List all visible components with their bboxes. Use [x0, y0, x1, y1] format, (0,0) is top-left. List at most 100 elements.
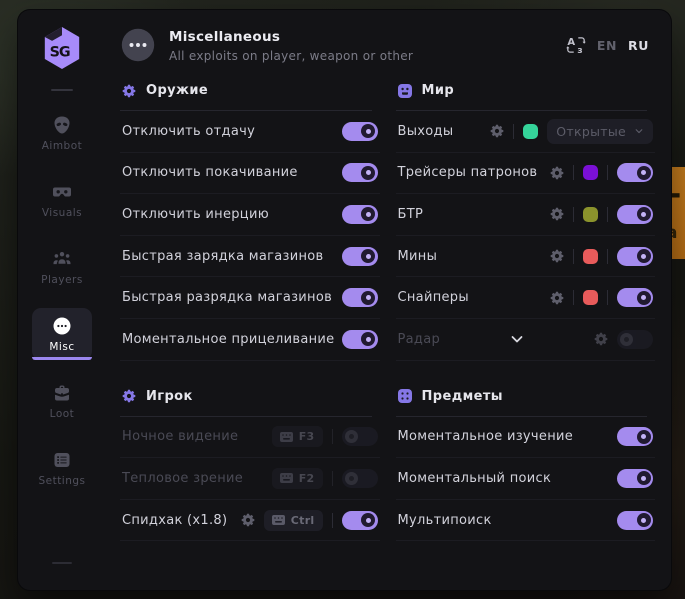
toggle-knob [637, 249, 651, 263]
gear-icon[interactable] [550, 207, 564, 221]
toggle-switch[interactable] [342, 205, 378, 224]
setting-label: Мины [398, 249, 438, 264]
language-switcher: Aз EN RU [566, 35, 649, 55]
toggle-switch[interactable] [342, 469, 378, 488]
vertical-divider [573, 165, 574, 180]
keyboard-icon [280, 473, 293, 483]
section-title: Предметы [422, 389, 503, 404]
vr-goggles-icon [52, 182, 72, 202]
row-controls [342, 288, 378, 307]
setting-label: Трейсеры патронов [398, 165, 538, 180]
section-header: Мир [396, 69, 656, 98]
setting-row: ВыходыОткрытые [396, 111, 656, 153]
vertical-divider [332, 429, 333, 444]
gear-icon [122, 84, 136, 98]
gear-icon[interactable] [550, 249, 564, 263]
toggle-switch[interactable] [617, 288, 653, 307]
toggle-switch[interactable] [342, 247, 378, 266]
vertical-divider [607, 165, 608, 180]
row-controls [550, 247, 653, 266]
setting-row: Спидхак (x1.8)Ctrl [120, 500, 380, 542]
setting-row: Быстрая зарядка магазинов [120, 236, 380, 278]
setting-row: Отключить покачивание [120, 153, 380, 195]
color-swatch[interactable] [523, 124, 538, 139]
gear-icon[interactable] [550, 166, 564, 180]
sidebar-item-misc[interactable]: Misc [32, 308, 92, 360]
toggle-switch[interactable] [617, 469, 653, 488]
row-controls [550, 288, 653, 307]
toggle-knob [361, 332, 375, 346]
toggle-switch[interactable] [617, 511, 653, 530]
toggle-switch[interactable] [617, 247, 653, 266]
sidebar-item-aimbot[interactable]: Aimbot [32, 107, 92, 159]
chevron-down-icon[interactable] [440, 331, 594, 347]
setting-row: Мины [396, 236, 656, 278]
setting-label: Отключить инерцию [122, 207, 269, 222]
svg-text:A: A [567, 37, 575, 48]
briefcase-icon [52, 383, 72, 403]
toggle-knob [637, 430, 651, 444]
toggle-knob [361, 166, 375, 180]
toggle-switch[interactable] [342, 511, 378, 530]
section-weapon: Оружие Отключить отдачуОтключить покачив… [120, 69, 380, 361]
color-swatch[interactable] [583, 290, 598, 305]
toggle-knob [637, 471, 651, 485]
keyboard-icon [272, 515, 285, 525]
dropdown-select[interactable]: Открытые [547, 119, 653, 144]
cheat-menu-window: SG AimbotVisualsPlayersMiscLootSettings … [18, 10, 671, 590]
hotkey-badge[interactable]: Ctrl [264, 510, 323, 531]
setting-row: Отключить отдачу [120, 111, 380, 153]
section-player: Игрок Ночное видениеF3Тепловое зрениеF2С… [120, 375, 380, 542]
sidebar-item-players[interactable]: Players [32, 241, 92, 293]
content-columns: Оружие Отключить отдачуОтключить покачив… [106, 63, 671, 541]
section-title: Игрок [146, 389, 193, 404]
language-option-en[interactable]: EN [597, 38, 617, 53]
toggle-switch[interactable] [342, 427, 378, 446]
setting-label: Отключить отдачу [122, 124, 255, 139]
hotkey-label: Ctrl [291, 514, 315, 527]
vertical-divider [332, 471, 333, 486]
row-controls [550, 163, 653, 182]
toggle-switch[interactable] [617, 330, 653, 349]
gear-icon[interactable] [490, 124, 504, 138]
hotkey-badge[interactable]: F3 [272, 426, 323, 447]
color-swatch[interactable] [583, 207, 598, 222]
app-logo: SG [41, 25, 83, 71]
color-swatch[interactable] [583, 249, 598, 264]
page-subtitle: All exploits on player, weapon or other [169, 49, 413, 63]
setting-label: Отключить покачивание [122, 165, 298, 180]
gear-icon[interactable] [241, 513, 255, 527]
svg-text:з: з [577, 46, 582, 55]
toggle-switch[interactable] [342, 330, 378, 349]
dropdown-value: Открытые [556, 124, 626, 139]
toggle-switch[interactable] [617, 427, 653, 446]
gear-icon [122, 389, 136, 403]
toggle-switch[interactable] [617, 163, 653, 182]
toggle-knob [361, 124, 375, 138]
gear-icon[interactable] [550, 291, 564, 305]
gear-icon[interactable] [594, 332, 608, 346]
toggle-switch[interactable] [617, 205, 653, 224]
ellipsis-circle-icon [52, 316, 72, 336]
alien-icon [52, 115, 72, 135]
page-title: Miscellaneous [169, 29, 413, 45]
sidebar-item-settings[interactable]: Settings [32, 442, 92, 494]
toggle-switch[interactable] [342, 122, 378, 141]
toggle-switch[interactable] [342, 163, 378, 182]
toggle-switch[interactable] [342, 288, 378, 307]
setting-label: Мультипоиск [398, 513, 492, 528]
sidebar-item-label: Visuals [42, 207, 82, 219]
hotkey-badge[interactable]: F2 [272, 468, 323, 489]
sidebar-item-loot[interactable]: Loot [32, 375, 92, 427]
row-controls: Открытые [490, 119, 653, 144]
language-option-ru[interactable]: RU [628, 38, 649, 53]
players-group-icon [52, 249, 72, 269]
toggle-knob [361, 207, 375, 221]
section-header: Предметы [396, 375, 656, 404]
setting-label: Быстрая разрядка магазинов [122, 290, 332, 305]
row-controls [550, 205, 653, 224]
color-swatch[interactable] [583, 165, 598, 180]
sidebar-item-visuals[interactable]: Visuals [32, 174, 92, 226]
sidebar-item-label: Settings [38, 475, 85, 487]
sidebar-divider [51, 89, 73, 91]
